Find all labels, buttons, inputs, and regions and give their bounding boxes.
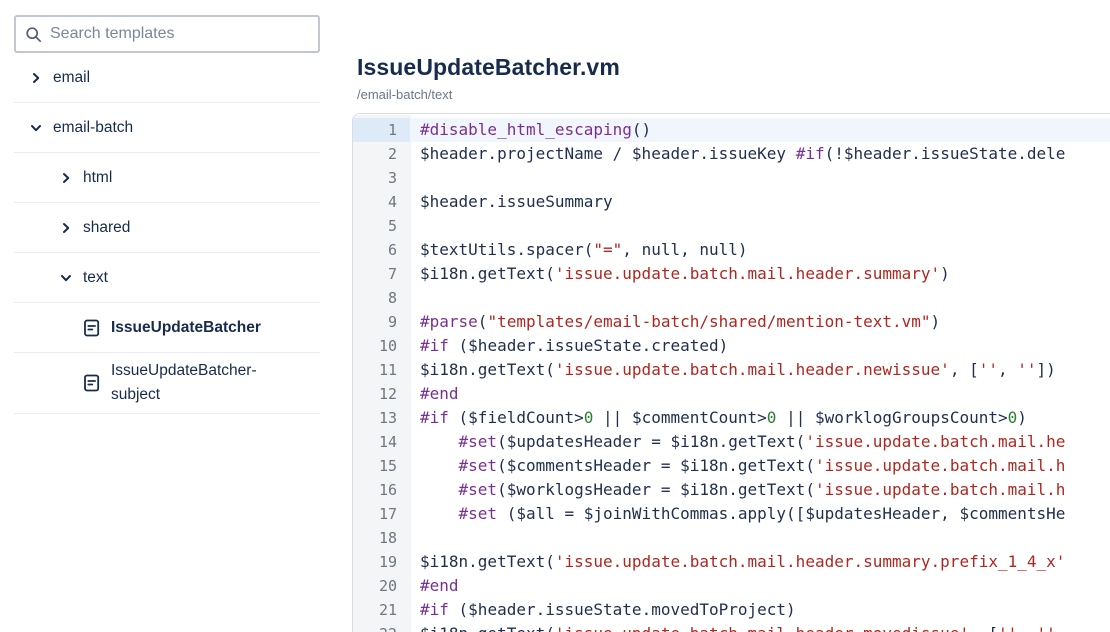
code-text: $i18n.getText('issue.update.batch.mail.h… xyxy=(420,264,950,283)
tree-item-issueupdatebatcher[interactable]: IssueUpdateBatcher xyxy=(14,303,320,353)
code-line: 3 xyxy=(353,166,1110,190)
code-line: 20 #end xyxy=(353,574,1110,598)
line-number: 16 xyxy=(353,478,410,502)
line-number: 9 xyxy=(353,310,410,334)
code-text: $i18n.getText('issue.update.batch.mail.h… xyxy=(420,360,1056,379)
code-line: 9 #parse("templates/email-batch/shared/me… xyxy=(353,310,1110,334)
tree-item-label: email-batch xyxy=(53,118,134,136)
tree-item-text[interactable]: text xyxy=(14,253,320,303)
tree-item-label: shared xyxy=(83,218,131,236)
code-text: #set($commentsHeader = $i18n.getText('is… xyxy=(458,456,1066,475)
file-path: /email-batch/text xyxy=(357,87,453,102)
chevron-down-icon xyxy=(30,122,42,134)
tree-item-html[interactable]: html xyxy=(14,153,320,203)
tree-item-shared[interactable]: shared xyxy=(14,203,320,253)
document-icon xyxy=(84,319,100,337)
code-text: $i18n.getText('issue.update.batch.mail.h… xyxy=(410,622,1110,632)
code-text: #set ($all = $joinWithCommas.apply([$upd… xyxy=(458,504,1066,523)
line-number: 1 xyxy=(353,118,410,142)
code-text: $textUtils.spacer("=", null, null) xyxy=(420,240,748,259)
code-line: 5 xyxy=(353,214,1110,238)
tree-item-label: IssueUpdateBatcher-subject xyxy=(111,362,257,403)
line-number: 19 xyxy=(353,550,410,574)
code-editor: 1 #disable_html_escaping() 2 $header.projec… xyxy=(352,113,1110,632)
page-title: IssueUpdateBatcher.vm xyxy=(357,54,620,80)
code-line: 4 $header.issueSummary xyxy=(353,190,1110,214)
code-text: #if ($fieldCount>0 || $commentCount>0 ||… xyxy=(420,408,1027,427)
line-number: 10 xyxy=(353,334,410,358)
line-number: 4 xyxy=(353,190,410,214)
chevron-right-icon xyxy=(30,72,42,84)
code-text: #end xyxy=(420,384,459,403)
search-box[interactable] xyxy=(14,15,320,53)
code-text: #set($updatesHeader = $i18n.getText('iss… xyxy=(458,432,1066,451)
line-number: 11 xyxy=(353,358,410,382)
line-number: 15 xyxy=(353,454,410,478)
tree-item-label: text xyxy=(83,268,108,286)
line-number: 21 xyxy=(353,598,410,622)
line-number: 14 xyxy=(353,430,410,454)
code-text: #disable_html_escaping() xyxy=(410,118,1110,142)
code-line: 13 #if ($fieldCount>0 || $commentCount>0 … xyxy=(353,406,1110,430)
line-number: 6 xyxy=(353,238,410,262)
code-line: 21 #if ($header.issueState.movedToProject… xyxy=(353,598,1110,622)
code-line: 10 #if ($header.issueState.created) xyxy=(353,334,1110,358)
line-number: 2 xyxy=(353,142,410,166)
code-text: $header.issueSummary xyxy=(420,192,613,211)
code-text: #parse("templates/email-batch/shared/men… xyxy=(420,312,941,331)
chevron-right-icon xyxy=(60,172,72,184)
code-line: 2 $header.projectName / $header.issueKey … xyxy=(353,142,1110,166)
search-icon xyxy=(25,26,42,43)
code-line: 11 $i18n.getText('issue.update.batch.mail… xyxy=(353,358,1110,382)
line-number: 5 xyxy=(353,214,410,238)
tree-item-label: IssueUpdateBatcher xyxy=(111,318,261,336)
code-line: 15 #set($commentsHeader = $i18n.getText(… xyxy=(353,454,1110,478)
code-line: 8 xyxy=(353,286,1110,310)
code-line: 18 xyxy=(353,526,1110,550)
document-icon xyxy=(84,374,100,392)
code-text: #if ($header.issueState.movedToProject) xyxy=(420,600,796,619)
code-line: 12 #end xyxy=(353,382,1110,406)
code-line: 16 #set($worklogsHeader = $i18n.getText(… xyxy=(353,478,1110,502)
line-number: 20 xyxy=(353,574,410,598)
line-number: 17 xyxy=(353,502,410,526)
line-number: 7 xyxy=(353,262,410,286)
line-number: 3 xyxy=(353,166,410,190)
code-line: 22$i18n.getText('issue.update.batch.mail… xyxy=(353,622,1110,632)
code-line: 14 #set($updatesHeader = $i18n.getText('… xyxy=(353,430,1110,454)
line-number: 12 xyxy=(353,382,410,406)
tree-item-label: email xyxy=(53,68,91,86)
code-line: 7 $i18n.getText('issue.update.batch.mail.… xyxy=(353,262,1110,286)
tree-item-issueupdatebatcher-subject[interactable]: IssueUpdateBatcher-subject xyxy=(14,353,320,414)
code-line: 6 $textUtils.spacer("=", null, null) xyxy=(353,238,1110,262)
template-sidebar: email email-batch html shared text IssueUpdat… xyxy=(0,0,340,632)
line-number: 13 xyxy=(353,406,410,430)
search-input[interactable] xyxy=(50,25,309,43)
code-text: #end xyxy=(420,576,459,595)
tree-item-email-batch[interactable]: email-batch xyxy=(14,103,320,153)
code-line: 17 #set ($all = $joinWithCommas.apply([$… xyxy=(353,502,1110,526)
code-lines: 1 #disable_html_escaping() 2 $header.projec… xyxy=(353,118,1110,632)
tree-item-email[interactable]: email xyxy=(14,53,320,103)
template-tree: email email-batch html shared text IssueUpdat… xyxy=(14,53,320,414)
code-text: #if ($header.issueState.created) xyxy=(420,336,729,355)
code-text: $header.projectName / $header.issueKey #… xyxy=(420,144,1066,163)
chevron-right-icon xyxy=(60,222,72,234)
code-line: 19 $i18n.getText('issue.update.batch.mail… xyxy=(353,550,1110,574)
chevron-down-icon xyxy=(60,272,72,284)
tree-item-label: html xyxy=(83,168,113,186)
line-number: 18 xyxy=(353,526,410,550)
code-line: 1 #disable_html_escaping() xyxy=(353,118,1110,142)
code-text: #set($worklogsHeader = $i18n.getText('is… xyxy=(458,480,1066,499)
code-text: $i18n.getText('issue.update.batch.mail.h… xyxy=(420,552,1066,571)
line-number: 8 xyxy=(353,286,410,310)
line-number: 22 xyxy=(353,622,410,632)
